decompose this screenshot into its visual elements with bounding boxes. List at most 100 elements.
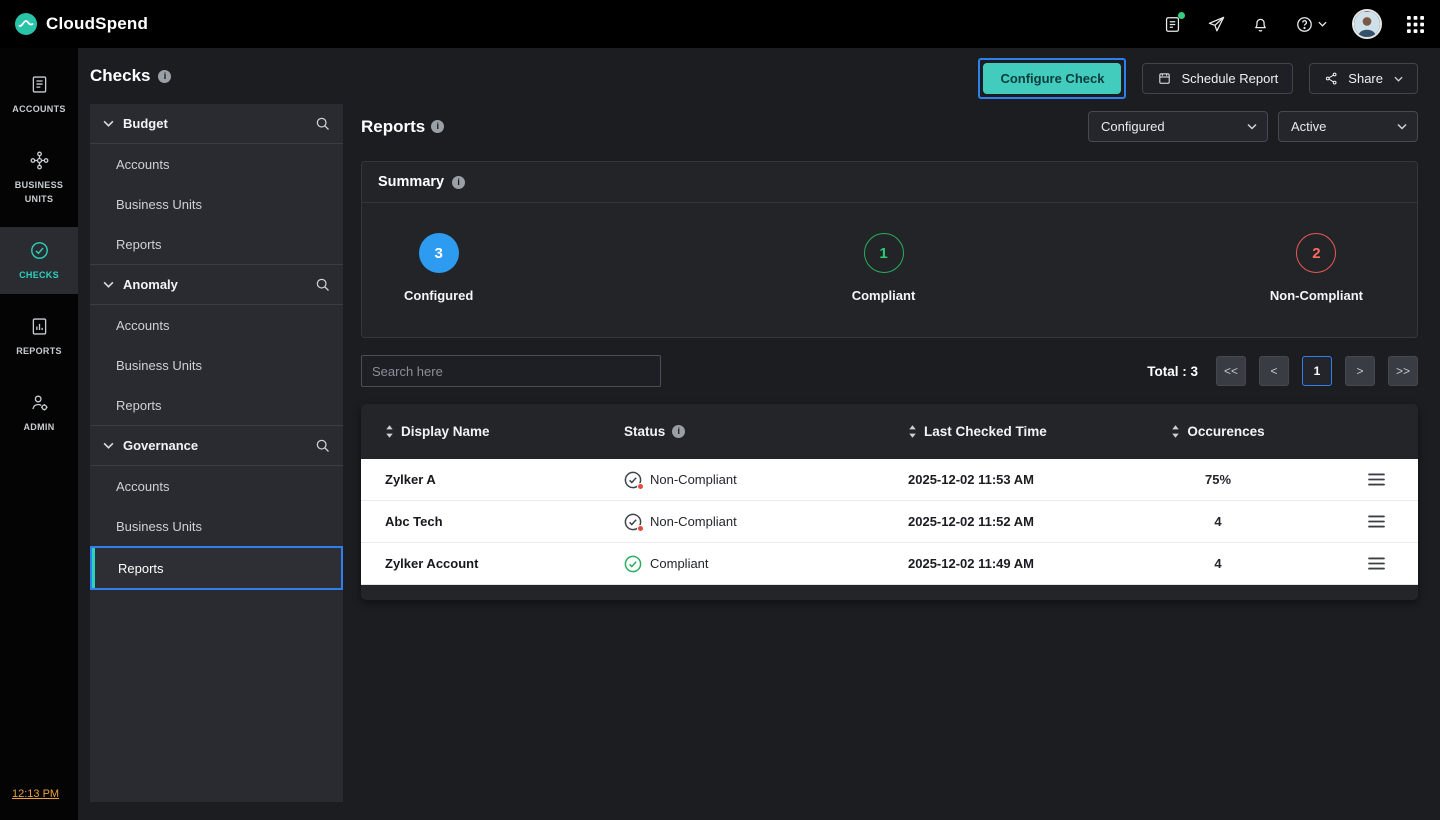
row-occurrences: 4 bbox=[1138, 556, 1298, 571]
sidebar-item-label: ACCOUNTS bbox=[12, 103, 65, 117]
table-row[interactable]: Zylker Account Compliant 2025-12-02 11:4… bbox=[361, 543, 1418, 585]
stat-compliant: 1 Compliant bbox=[852, 233, 916, 303]
page-head: Reports Configured Active bbox=[361, 111, 1418, 142]
non-compliant-badge bbox=[637, 483, 644, 490]
sidebar-item-checks[interactable]: CHECKS bbox=[0, 227, 78, 294]
section-budget-header[interactable]: Budget bbox=[90, 104, 343, 144]
pagination-first-button[interactable]: << bbox=[1216, 356, 1246, 386]
checks-icon bbox=[29, 240, 50, 261]
summary-stats: 3 Configured 1 Compliant 2 Non-Compliant bbox=[362, 203, 1417, 337]
apps-grid-icon[interactable] bbox=[1407, 16, 1424, 33]
row-menu-button[interactable] bbox=[1364, 553, 1389, 574]
search-input[interactable] bbox=[361, 355, 661, 387]
governance-item-accounts[interactable]: Accounts bbox=[90, 466, 343, 506]
stat-non-compliant: 2 Non-Compliant bbox=[1270, 233, 1363, 303]
status-icon bbox=[624, 513, 642, 531]
anomaly-item-accounts[interactable]: Accounts bbox=[90, 305, 343, 345]
stat-configured-label: Configured bbox=[404, 288, 473, 303]
sort-icon bbox=[385, 425, 394, 438]
search-icon[interactable] bbox=[315, 116, 330, 131]
sidebar-item-label: BUSINESS UNITS bbox=[7, 179, 71, 207]
cloudspend-logo-icon bbox=[14, 12, 38, 36]
table-row[interactable]: Abc Tech Non-Compliant 2025-12-02 11:52 … bbox=[361, 501, 1418, 543]
table-row[interactable]: Zylker A Non-Compliant 2025-12-02 11:53 … bbox=[361, 459, 1418, 501]
row-last-checked: 2025-12-02 11:49 AM bbox=[908, 556, 1138, 571]
section-label: Governance bbox=[123, 438, 198, 453]
pagination-next-button[interactable]: > bbox=[1345, 356, 1375, 386]
column-occurences[interactable]: Occurences bbox=[1138, 424, 1298, 439]
reports-table: Display Name Status Last Checked Time Oc… bbox=[361, 404, 1418, 600]
total-count: Total : 3 bbox=[1147, 364, 1198, 379]
non-compliant-badge bbox=[637, 525, 644, 532]
column-display-name[interactable]: Display Name bbox=[361, 424, 624, 439]
governance-item-business-units[interactable]: Business Units bbox=[90, 506, 343, 546]
topbar: CloudSpend bbox=[0, 0, 1440, 48]
summary-card: Summary 3 Configured 1 Compliant 2 Non-C… bbox=[361, 161, 1418, 338]
sidebar-item-accounts[interactable]: ACCOUNTS bbox=[0, 61, 78, 128]
pagination-page-1[interactable]: 1 bbox=[1302, 356, 1332, 386]
section-label: Budget bbox=[123, 116, 168, 131]
sidebar-item-reports[interactable]: REPORTS bbox=[0, 303, 78, 370]
checks-title-text: Checks bbox=[90, 66, 150, 86]
info-icon[interactable] bbox=[452, 176, 465, 189]
share-icon bbox=[1324, 71, 1339, 86]
governance-item-reports[interactable]: Reports bbox=[90, 546, 343, 590]
notification-dot bbox=[1178, 12, 1185, 19]
section-anomaly: Anomaly Accounts Business Units Reports bbox=[90, 264, 343, 425]
chevron-down-icon bbox=[103, 120, 114, 127]
row-last-checked: 2025-12-02 11:53 AM bbox=[908, 472, 1138, 487]
sort-icon bbox=[908, 425, 917, 438]
filters: Configured Active bbox=[1088, 111, 1418, 142]
sidebar-item-business-units[interactable]: BUSINESS UNITS bbox=[0, 137, 78, 218]
budget-item-reports[interactable]: Reports bbox=[90, 224, 343, 264]
sidebar-item-label: REPORTS bbox=[16, 345, 62, 359]
pagination-prev-button[interactable]: < bbox=[1259, 356, 1289, 386]
info-icon[interactable] bbox=[431, 120, 444, 133]
search-icon[interactable] bbox=[315, 438, 330, 453]
section-governance-header[interactable]: Governance bbox=[90, 426, 343, 466]
checks-panel: Budget Accounts Business Units Reports A… bbox=[90, 104, 343, 802]
stat-configured: 3 Configured bbox=[404, 233, 473, 303]
search-icon[interactable] bbox=[315, 277, 330, 292]
paper-plane-icon[interactable] bbox=[1207, 15, 1226, 34]
admin-icon bbox=[29, 392, 50, 413]
row-menu-button[interactable] bbox=[1364, 511, 1389, 532]
brand-name: CloudSpend bbox=[46, 14, 148, 34]
row-occurrences: 75% bbox=[1138, 472, 1298, 487]
row-display-name: Zylker A bbox=[361, 472, 624, 487]
help-icon[interactable] bbox=[1295, 15, 1327, 34]
chevron-down-icon bbox=[1247, 123, 1257, 130]
column-last-checked-time[interactable]: Last Checked Time bbox=[908, 424, 1138, 439]
stat-compliant-value: 1 bbox=[864, 233, 904, 273]
budget-item-business-units[interactable]: Business Units bbox=[90, 184, 343, 224]
pagination: Total : 3 << < 1 > >> bbox=[1147, 356, 1418, 386]
info-icon[interactable] bbox=[158, 70, 171, 83]
chevron-down-icon bbox=[103, 442, 114, 449]
report-type-select[interactable]: Configured bbox=[1088, 111, 1268, 142]
column-status[interactable]: Status bbox=[624, 424, 908, 439]
brand[interactable]: CloudSpend bbox=[14, 12, 148, 36]
time-link[interactable]: 12:13 PM bbox=[12, 788, 59, 800]
section-label: Anomaly bbox=[123, 277, 178, 292]
business-units-icon bbox=[29, 150, 50, 171]
chevron-down-icon bbox=[1397, 123, 1407, 130]
feedback-icon[interactable] bbox=[1163, 15, 1182, 34]
share-button[interactable]: Share bbox=[1309, 63, 1418, 94]
pagination-last-button[interactable]: >> bbox=[1388, 356, 1418, 386]
info-icon[interactable] bbox=[672, 425, 685, 438]
section-anomaly-header[interactable]: Anomaly bbox=[90, 265, 343, 305]
status-filter-select[interactable]: Active bbox=[1278, 111, 1418, 142]
row-menu-button[interactable] bbox=[1364, 469, 1389, 490]
list-controls: Total : 3 << < 1 > >> bbox=[361, 355, 1418, 387]
row-display-name: Zylker Account bbox=[361, 556, 624, 571]
chevron-down-icon bbox=[1394, 76, 1403, 82]
anomaly-item-business-units[interactable]: Business Units bbox=[90, 345, 343, 385]
budget-item-accounts[interactable]: Accounts bbox=[90, 144, 343, 184]
schedule-report-button[interactable]: Schedule Report bbox=[1142, 63, 1293, 94]
bell-icon[interactable] bbox=[1251, 15, 1270, 34]
user-avatar[interactable] bbox=[1352, 9, 1382, 39]
sidebar-item-admin[interactable]: ADMIN bbox=[0, 379, 78, 446]
chevron-down-icon bbox=[103, 281, 114, 288]
anomaly-item-reports[interactable]: Reports bbox=[90, 385, 343, 425]
configure-check-button[interactable]: Configure Check bbox=[983, 63, 1121, 94]
